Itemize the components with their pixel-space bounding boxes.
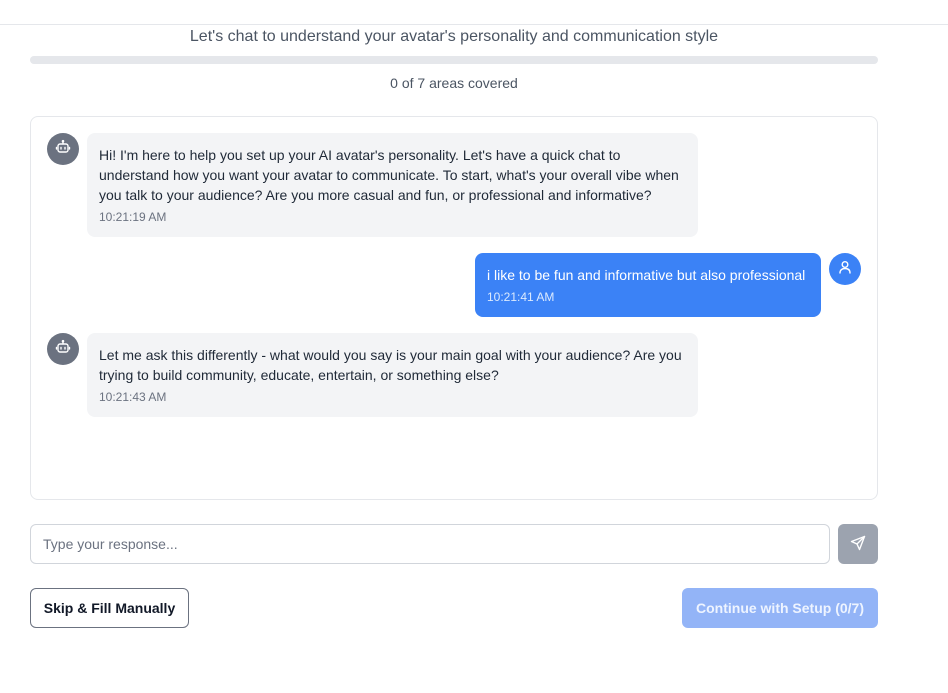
continue-setup-button[interactable]: Continue with Setup (0/7): [682, 588, 878, 628]
bot-avatar: [47, 133, 79, 165]
progress-label: 0 of 7 areas covered: [390, 75, 518, 91]
user-icon: [837, 259, 853, 280]
message-bubble-bot: Let me ask this differently - what would…: [87, 333, 698, 417]
response-input[interactable]: [30, 524, 830, 564]
message-bubble-user: i like to be fun and informative but als…: [475, 253, 821, 317]
skip-fill-manually-button[interactable]: Skip & Fill Manually: [30, 588, 189, 628]
header-divider: [0, 24, 948, 25]
message-text: i like to be fun and informative but als…: [487, 267, 806, 283]
bot-icon: [55, 339, 71, 360]
message-bubble-bot: Hi! I'm here to help you set up your AI …: [87, 133, 698, 237]
message-timestamp: 10:21:41 AM: [487, 290, 555, 304]
bot-avatar: [47, 333, 79, 365]
message-timestamp: 10:21:19 AM: [99, 210, 167, 224]
chat-panel[interactable]: Hi! I'm here to help you set up your AI …: [30, 116, 878, 500]
message-timestamp: 10:21:43 AM: [99, 390, 167, 404]
message-text: Let me ask this differently - what would…: [99, 347, 682, 383]
send-button[interactable]: [838, 524, 878, 564]
progress-bar: [30, 56, 878, 64]
bot-icon: [55, 139, 71, 160]
user-avatar: [829, 253, 861, 285]
page-subtitle: Let's chat to understand your avatar's p…: [189, 28, 719, 45]
message-text: Hi! I'm here to help you set up your AI …: [99, 147, 679, 203]
send-icon: [850, 535, 866, 554]
